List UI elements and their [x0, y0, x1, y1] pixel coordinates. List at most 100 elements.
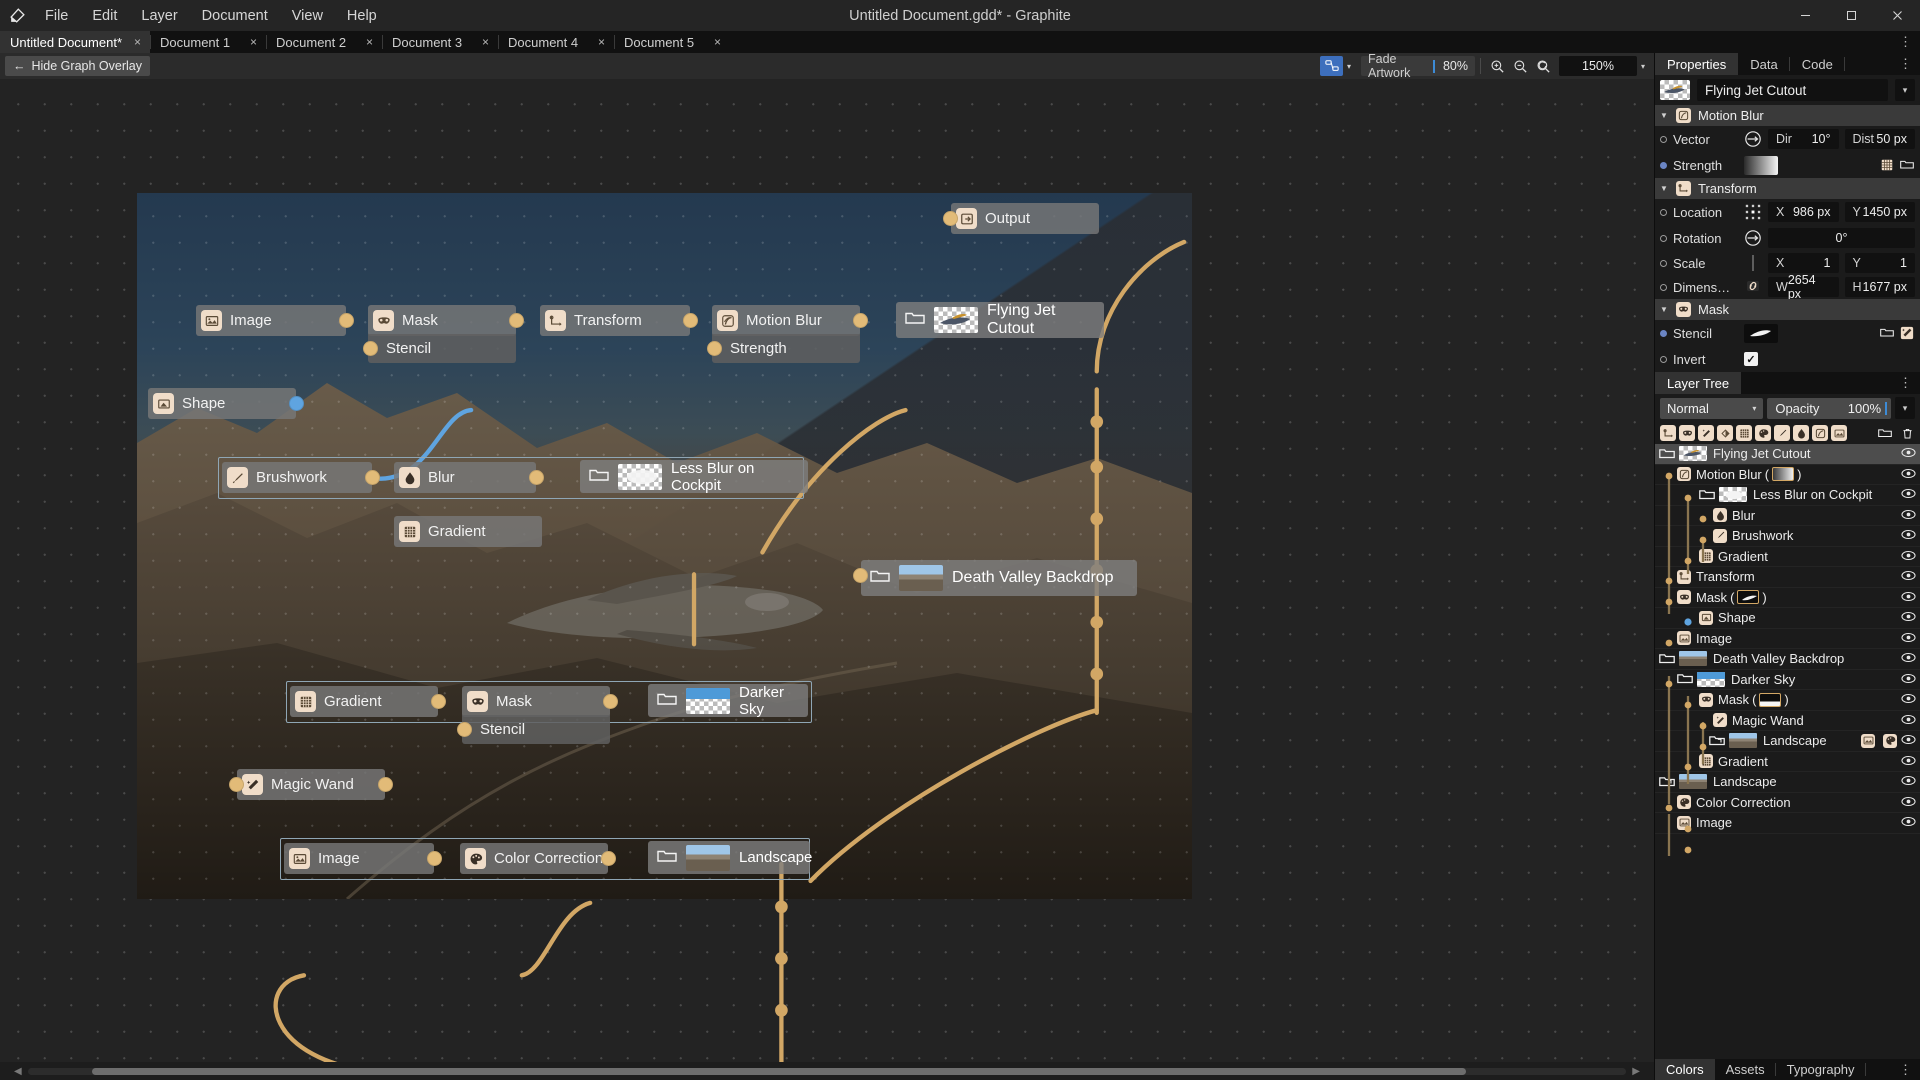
node-output[interactable]: Output: [943, 203, 1099, 234]
folder-icon[interactable]: [1880, 326, 1895, 341]
parameter-dot[interactable]: [1660, 208, 1667, 216]
node-gradient-lower[interactable]: Gradient: [290, 686, 446, 717]
close-icon[interactable]: ×: [250, 35, 257, 49]
menu-item-file[interactable]: File: [34, 5, 79, 27]
node-body[interactable]: Gradient: [290, 686, 438, 717]
visibility-eye-icon[interactable]: [1901, 508, 1916, 523]
layer-chevron-down-icon[interactable]: ▾: [1895, 79, 1915, 101]
node-output-port[interactable]: [529, 470, 544, 485]
image-icon[interactable]: [1861, 733, 1875, 748]
tab-document-2[interactable]: Document 2 ×: [266, 31, 382, 53]
grid-icon[interactable]: [1880, 158, 1895, 173]
visibility-eye-icon[interactable]: [1901, 795, 1916, 810]
image-icon[interactable]: [1831, 425, 1847, 441]
visibility-eye-icon[interactable]: [1901, 528, 1916, 543]
node-output-port[interactable]: [339, 313, 354, 328]
magic-wand-icon[interactable]: [1698, 425, 1714, 441]
layer-row-blur[interactable]: Blur: [1655, 506, 1920, 526]
graphite-logo-icon[interactable]: [0, 6, 34, 25]
blur-icon[interactable]: [1793, 425, 1809, 441]
magic-wand-icon[interactable]: [1900, 326, 1915, 341]
mask-thumbnail[interactable]: [1759, 692, 1782, 707]
group-node-darker-sky[interactable]: Darker Sky: [648, 684, 808, 718]
parameter-dot[interactable]: [1660, 161, 1667, 169]
node-mask-top[interactable]: Mask Stencil: [363, 305, 524, 363]
folder-icon[interactable]: [1677, 672, 1693, 686]
fade-artwork-input[interactable]: Fade Artwork 80%: [1361, 52, 1475, 80]
scroll-right-arrow-icon[interactable]: ▶: [1632, 1066, 1640, 1077]
tab-data[interactable]: Data: [1738, 53, 1790, 75]
node-blur[interactable]: Blur: [394, 462, 544, 493]
node-graph-icon[interactable]: [1320, 56, 1343, 76]
node-body[interactable]: Blur: [394, 462, 536, 493]
location-x-input[interactable]: X 986 px: [1768, 202, 1839, 222]
close-icon[interactable]: ×: [366, 35, 373, 49]
layer-row-darker-sky[interactable]: Darker Sky: [1655, 670, 1920, 690]
tab-document-1[interactable]: Document 1 ×: [150, 31, 266, 53]
node-output-port[interactable]: [427, 851, 442, 866]
mask-thumbnail[interactable]: [1772, 467, 1795, 482]
layer-row-gradient-1[interactable]: Gradient: [1655, 547, 1920, 567]
folder-icon[interactable]: [1659, 652, 1675, 666]
scroll-left-arrow-icon[interactable]: ◀: [14, 1066, 22, 1077]
tab-document-4[interactable]: Document 4 ×: [498, 31, 614, 53]
folder-icon[interactable]: [1900, 158, 1915, 173]
properties-overflow-menu[interactable]: ⋮: [1891, 53, 1920, 75]
node-sub-strength[interactable]: Strength: [707, 334, 860, 363]
color-correction-icon[interactable]: [1755, 425, 1771, 441]
parameter-dot[interactable]: [1660, 259, 1667, 267]
node-body[interactable]: Mask: [368, 305, 516, 336]
fill-icon[interactable]: [1717, 425, 1733, 441]
visibility-eye-icon[interactable]: [1901, 774, 1916, 789]
bottom-overflow-menu[interactable]: ⋮: [1891, 1059, 1920, 1080]
node-shape[interactable]: Shape: [148, 388, 304, 419]
visibility-eye-icon[interactable]: [1901, 569, 1916, 584]
node-graph-canvas[interactable]: Output Flying Jet Cutout Image Mask Sten…: [0, 79, 1654, 1062]
tab-assets[interactable]: Assets: [1715, 1059, 1776, 1080]
zoom-chevron-down-icon[interactable]: ▾: [1637, 56, 1649, 76]
layer-row-gradient-2[interactable]: Gradient: [1655, 752, 1920, 772]
rotation-input[interactable]: 0°: [1768, 228, 1915, 248]
layer-row-death-valley-backdrop[interactable]: Death Valley Backdrop: [1655, 649, 1920, 670]
tab-layer-tree[interactable]: Layer Tree: [1655, 372, 1742, 394]
layer-row-flying-jet-cutout[interactable]: Flying Jet Cutout: [1655, 444, 1920, 465]
node-gradient-upper[interactable]: Gradient: [394, 516, 542, 547]
close-icon[interactable]: ×: [134, 35, 141, 49]
close-icon[interactable]: ×: [714, 35, 721, 49]
node-stencil-port[interactable]: [457, 722, 472, 737]
node-output-port[interactable]: [603, 694, 618, 709]
section-header-motion-blur[interactable]: ▼ Motion Blur: [1655, 105, 1920, 126]
node-body[interactable]: Transform: [540, 305, 690, 336]
layer-row-motion-blur[interactable]: Motion Blur ( ): [1655, 465, 1920, 485]
motion-blur-icon[interactable]: [1812, 425, 1828, 441]
group-node-landscape[interactable]: Landscape: [648, 841, 812, 874]
parameter-dot[interactable]: [1660, 329, 1667, 337]
menu-item-document[interactable]: Document: [191, 5, 279, 27]
node-brushwork[interactable]: Brushwork: [222, 462, 380, 493]
invert-checkbox[interactable]: ✓: [1744, 352, 1758, 366]
delete-icon[interactable]: [1899, 425, 1915, 441]
node-sub-stencil[interactable]: Stencil: [457, 715, 610, 744]
blend-mode-select[interactable]: Normal ▾: [1660, 397, 1764, 419]
layer-row-shape[interactable]: Shape: [1655, 608, 1920, 629]
scrollbar-track[interactable]: [27, 1067, 1627, 1075]
zoom-out-icon[interactable]: [1509, 56, 1532, 76]
node-motion-blur[interactable]: Motion Blur Strength: [707, 305, 868, 363]
group-node-flying-jet-cutout[interactable]: Flying Jet Cutout: [896, 302, 1104, 338]
tab-untitled-document[interactable]: Untitled Document* ×: [0, 31, 151, 53]
visibility-eye-icon[interactable]: [1901, 733, 1916, 748]
node-body[interactable]: Color Correction: [460, 843, 608, 874]
node-body[interactable]: Gradient: [394, 516, 542, 547]
parameter-dot[interactable]: [1660, 234, 1667, 242]
folder-icon[interactable]: [1699, 488, 1715, 502]
layer-row-brushwork[interactable]: Brushwork: [1655, 526, 1920, 547]
menu-item-view[interactable]: View: [281, 5, 334, 27]
mask-icon[interactable]: [1679, 425, 1695, 441]
tab-properties[interactable]: Properties: [1655, 53, 1739, 75]
node-output-port[interactable]: [853, 313, 868, 328]
layer-row-landscape[interactable]: Landscape: [1655, 772, 1920, 793]
tab-code[interactable]: Code: [1790, 53, 1845, 75]
layer-row-landscape-ref[interactable]: Landscape: [1655, 731, 1920, 752]
node-input-port[interactable]: [943, 211, 958, 226]
visibility-eye-icon[interactable]: [1901, 446, 1916, 461]
